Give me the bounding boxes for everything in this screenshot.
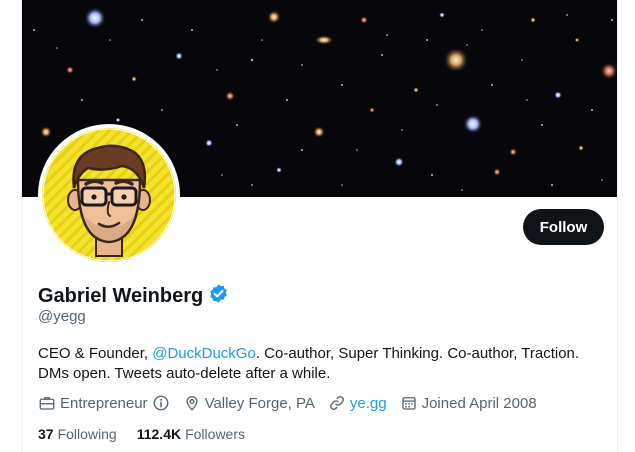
bio-text-line2: DMs open. Tweets auto-delete after a whi… — [38, 365, 331, 382]
profile-category: Entrepreneur — [38, 394, 170, 412]
verified-badge-icon[interactable] — [208, 283, 229, 309]
following-count: 37 — [38, 426, 54, 442]
profile-joined-label: Joined April 2008 — [421, 394, 537, 412]
location-pin-icon — [186, 396, 198, 411]
profile-category-label: Entrepreneur — [60, 394, 148, 412]
profile-handle: @yegg — [38, 308, 86, 325]
profile-location-label: Valley Forge, PA — [204, 394, 315, 412]
following-link[interactable]: 37 Following — [38, 426, 117, 442]
calendar-icon — [401, 397, 416, 410]
profile-joined: Joined April 2008 — [400, 394, 537, 412]
followers-link[interactable]: 112.4K Followers — [137, 426, 245, 442]
profile-location: Valley Forge, PA — [183, 394, 315, 412]
profile-meta-row: Entrepreneur Valley Forge, PA ye.gg Join… — [38, 394, 550, 412]
bio-text-rest: . Co-author, Super Thinking. Co-author, … — [255, 345, 580, 362]
following-label: Following — [57, 426, 117, 442]
followers-label: Followers — [185, 426, 245, 442]
link-icon — [329, 396, 344, 410]
profile-avatar[interactable] — [38, 124, 180, 266]
briefcase-icon — [39, 397, 55, 410]
bio-mention-link[interactable]: @DuckDuckGo — [152, 345, 256, 362]
display-name: Gabriel Weinberg — [38, 284, 204, 307]
profile-bio: CEO & Founder, @DuckDuckGo. Co-author, S… — [38, 344, 603, 384]
profile-website[interactable]: ye.gg — [328, 394, 387, 412]
follow-button[interactable]: Follow — [523, 209, 604, 245]
followers-count: 112.4K — [136, 426, 182, 442]
profile-website-link[interactable]: ye.gg — [350, 395, 387, 412]
profile-follow-stats: 37 Following 112.4K Followers — [38, 426, 265, 442]
profile-card: Follow Gabriel Weinberg @yegg CEO & Foun… — [21, 0, 618, 452]
info-icon[interactable] — [152, 394, 170, 412]
profile-name-row: Gabriel Weinberg — [38, 283, 229, 309]
bio-text-prefix: CEO & Founder, — [38, 345, 153, 362]
